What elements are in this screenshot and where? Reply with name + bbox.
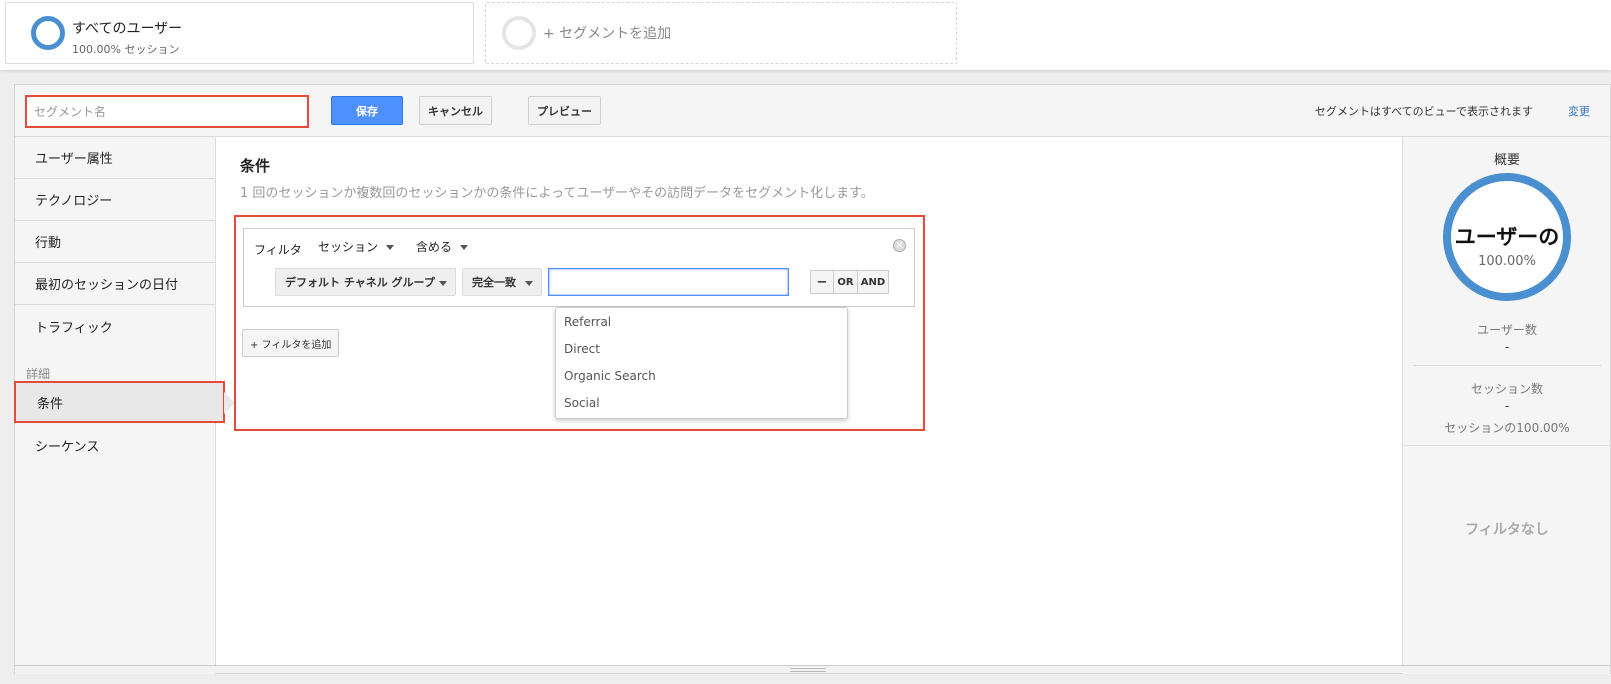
segment-title: すべてのユーザー bbox=[72, 21, 183, 37]
nav-item-demographics[interactable]: ユーザー属性 bbox=[15, 137, 215, 179]
caret-down-icon bbox=[439, 281, 447, 286]
nav-item-first-session-date[interactable]: 最初のセッションの日付 bbox=[15, 263, 215, 305]
change-link[interactable]: 変更 bbox=[1568, 103, 1590, 119]
scope-value: セッション bbox=[318, 240, 379, 254]
visibility-note: セグメントはすべてのビューで表示されます bbox=[1314, 105, 1533, 118]
category-nav: ユーザー属性 テクノロジー 行動 最初のセッションの日付 トラフィック 詳細 条… bbox=[14, 137, 235, 674]
no-filter-label: フィルタなし bbox=[1465, 522, 1549, 538]
nav-item-conditions[interactable]: 条件 bbox=[14, 381, 235, 423]
summary-divider bbox=[1403, 445, 1611, 446]
caret-down-icon bbox=[460, 245, 469, 250]
summary-ring-chart: ユーザーの 100.00% bbox=[1443, 173, 1571, 301]
summary-title: 概要 bbox=[1493, 153, 1520, 168]
nav-item-sequences[interactable]: シーケンス bbox=[15, 424, 215, 466]
scope-dropdown[interactable]: セッション bbox=[318, 238, 395, 255]
add-filter-button[interactable]: + フィルタを追加 bbox=[242, 329, 340, 357]
segment-ring-icon bbox=[31, 16, 65, 50]
nav-item-traffic[interactable]: トラフィック bbox=[15, 305, 215, 347]
close-icon[interactable]: × bbox=[893, 239, 906, 252]
empty-segment-ring-icon bbox=[502, 16, 536, 50]
nav-item-technology[interactable]: テクノロジー bbox=[15, 179, 215, 221]
cancel-button[interactable]: キャンセル bbox=[419, 96, 492, 125]
summary-divider bbox=[1413, 365, 1601, 366]
match-dropdown[interactable]: 含める bbox=[416, 238, 469, 255]
caret-down-icon bbox=[386, 245, 395, 250]
or-button[interactable]: OR bbox=[834, 270, 858, 294]
filter-highlight-frame: フィルタ セッション 含める × デフォルト チャネル グループ 完全一致 − … bbox=[234, 215, 925, 431]
sessions-value: - bbox=[1504, 399, 1510, 413]
filter-row: フィルタ セッション 含める × デフォルト チャネル グループ 完全一致 − … bbox=[243, 228, 915, 419]
users-label: ユーザー数 bbox=[1477, 323, 1537, 337]
conditions-panel: 条件 1 回のセッションか複数回のセッションかの条件によってユーザーやその訪問デ… bbox=[216, 137, 1402, 674]
filter-operator-group: − OR AND bbox=[810, 270, 889, 294]
caret-down-icon bbox=[525, 281, 533, 286]
segment-bar: すべてのユーザー 100.00% セッション + セグメントを追加 bbox=[0, 0, 1611, 70]
segment-editor: 保存 キャンセル プレビュー セグメントはすべてのビューで表示されます 変更 ユ… bbox=[14, 84, 1611, 674]
add-segment-label: + セグメントを追加 bbox=[543, 26, 672, 42]
preview-button[interactable]: プレビュー bbox=[528, 96, 601, 125]
match-value: 含める bbox=[416, 240, 453, 254]
segment-card-all-users[interactable]: すべてのユーザー 100.00% セッション bbox=[5, 2, 474, 64]
nav-section-advanced: 詳細 bbox=[26, 367, 51, 381]
page-title: 条件 bbox=[240, 157, 271, 175]
summary-ring-percent: 100.00% bbox=[1478, 254, 1536, 269]
page-description: 1 回のセッションか複数回のセッションかの条件によってユーザーやその訪問データを… bbox=[240, 186, 874, 201]
segment-subtitle: 100.00% セッション bbox=[72, 43, 180, 56]
remove-condition-button[interactable]: − bbox=[810, 270, 834, 294]
nav-item-behavior[interactable]: 行動 bbox=[15, 221, 215, 263]
suggestion-item[interactable]: Direct bbox=[564, 342, 600, 356]
dimension-select[interactable]: デフォルト チャネル グループ bbox=[275, 268, 456, 296]
filter-label: フィルタ bbox=[254, 243, 302, 257]
summary-panel: 概要 ユーザーの 100.00% ユーザー数 - セッション数 - セッションの… bbox=[1402, 137, 1611, 674]
add-segment-card[interactable]: + セグメントを追加 bbox=[485, 2, 957, 64]
save-button[interactable]: 保存 bbox=[331, 96, 403, 125]
operator-select[interactable]: 完全一致 bbox=[462, 268, 542, 296]
sessions-label: セッション数 bbox=[1470, 382, 1543, 396]
and-button[interactable]: AND bbox=[858, 270, 889, 294]
nav-item-label: 条件 bbox=[37, 396, 64, 412]
users-value: - bbox=[1504, 340, 1510, 354]
suggestion-item[interactable]: Organic Search bbox=[564, 369, 656, 383]
resize-grip-icon[interactable] bbox=[790, 668, 826, 672]
dimension-value: デフォルト チャネル グループ bbox=[285, 276, 435, 289]
summary-ring-label: ユーザーの bbox=[1454, 225, 1560, 249]
segment-name-input[interactable] bbox=[25, 95, 309, 128]
editor-toolbar: 保存 キャンセル プレビュー セグメントはすべてのビューで表示されます 変更 bbox=[15, 85, 1610, 137]
suggestion-item[interactable]: Social bbox=[564, 396, 600, 410]
filter-value-input[interactable] bbox=[548, 268, 789, 296]
suggestion-item[interactable]: Referral bbox=[564, 315, 611, 329]
suggestion-dropdown: Referral Direct Organic Search Social bbox=[555, 307, 848, 419]
sessions-percent: セッションの100.00% bbox=[1444, 421, 1570, 435]
operator-value: 完全一致 bbox=[472, 276, 516, 289]
resize-bar[interactable] bbox=[15, 665, 1610, 673]
